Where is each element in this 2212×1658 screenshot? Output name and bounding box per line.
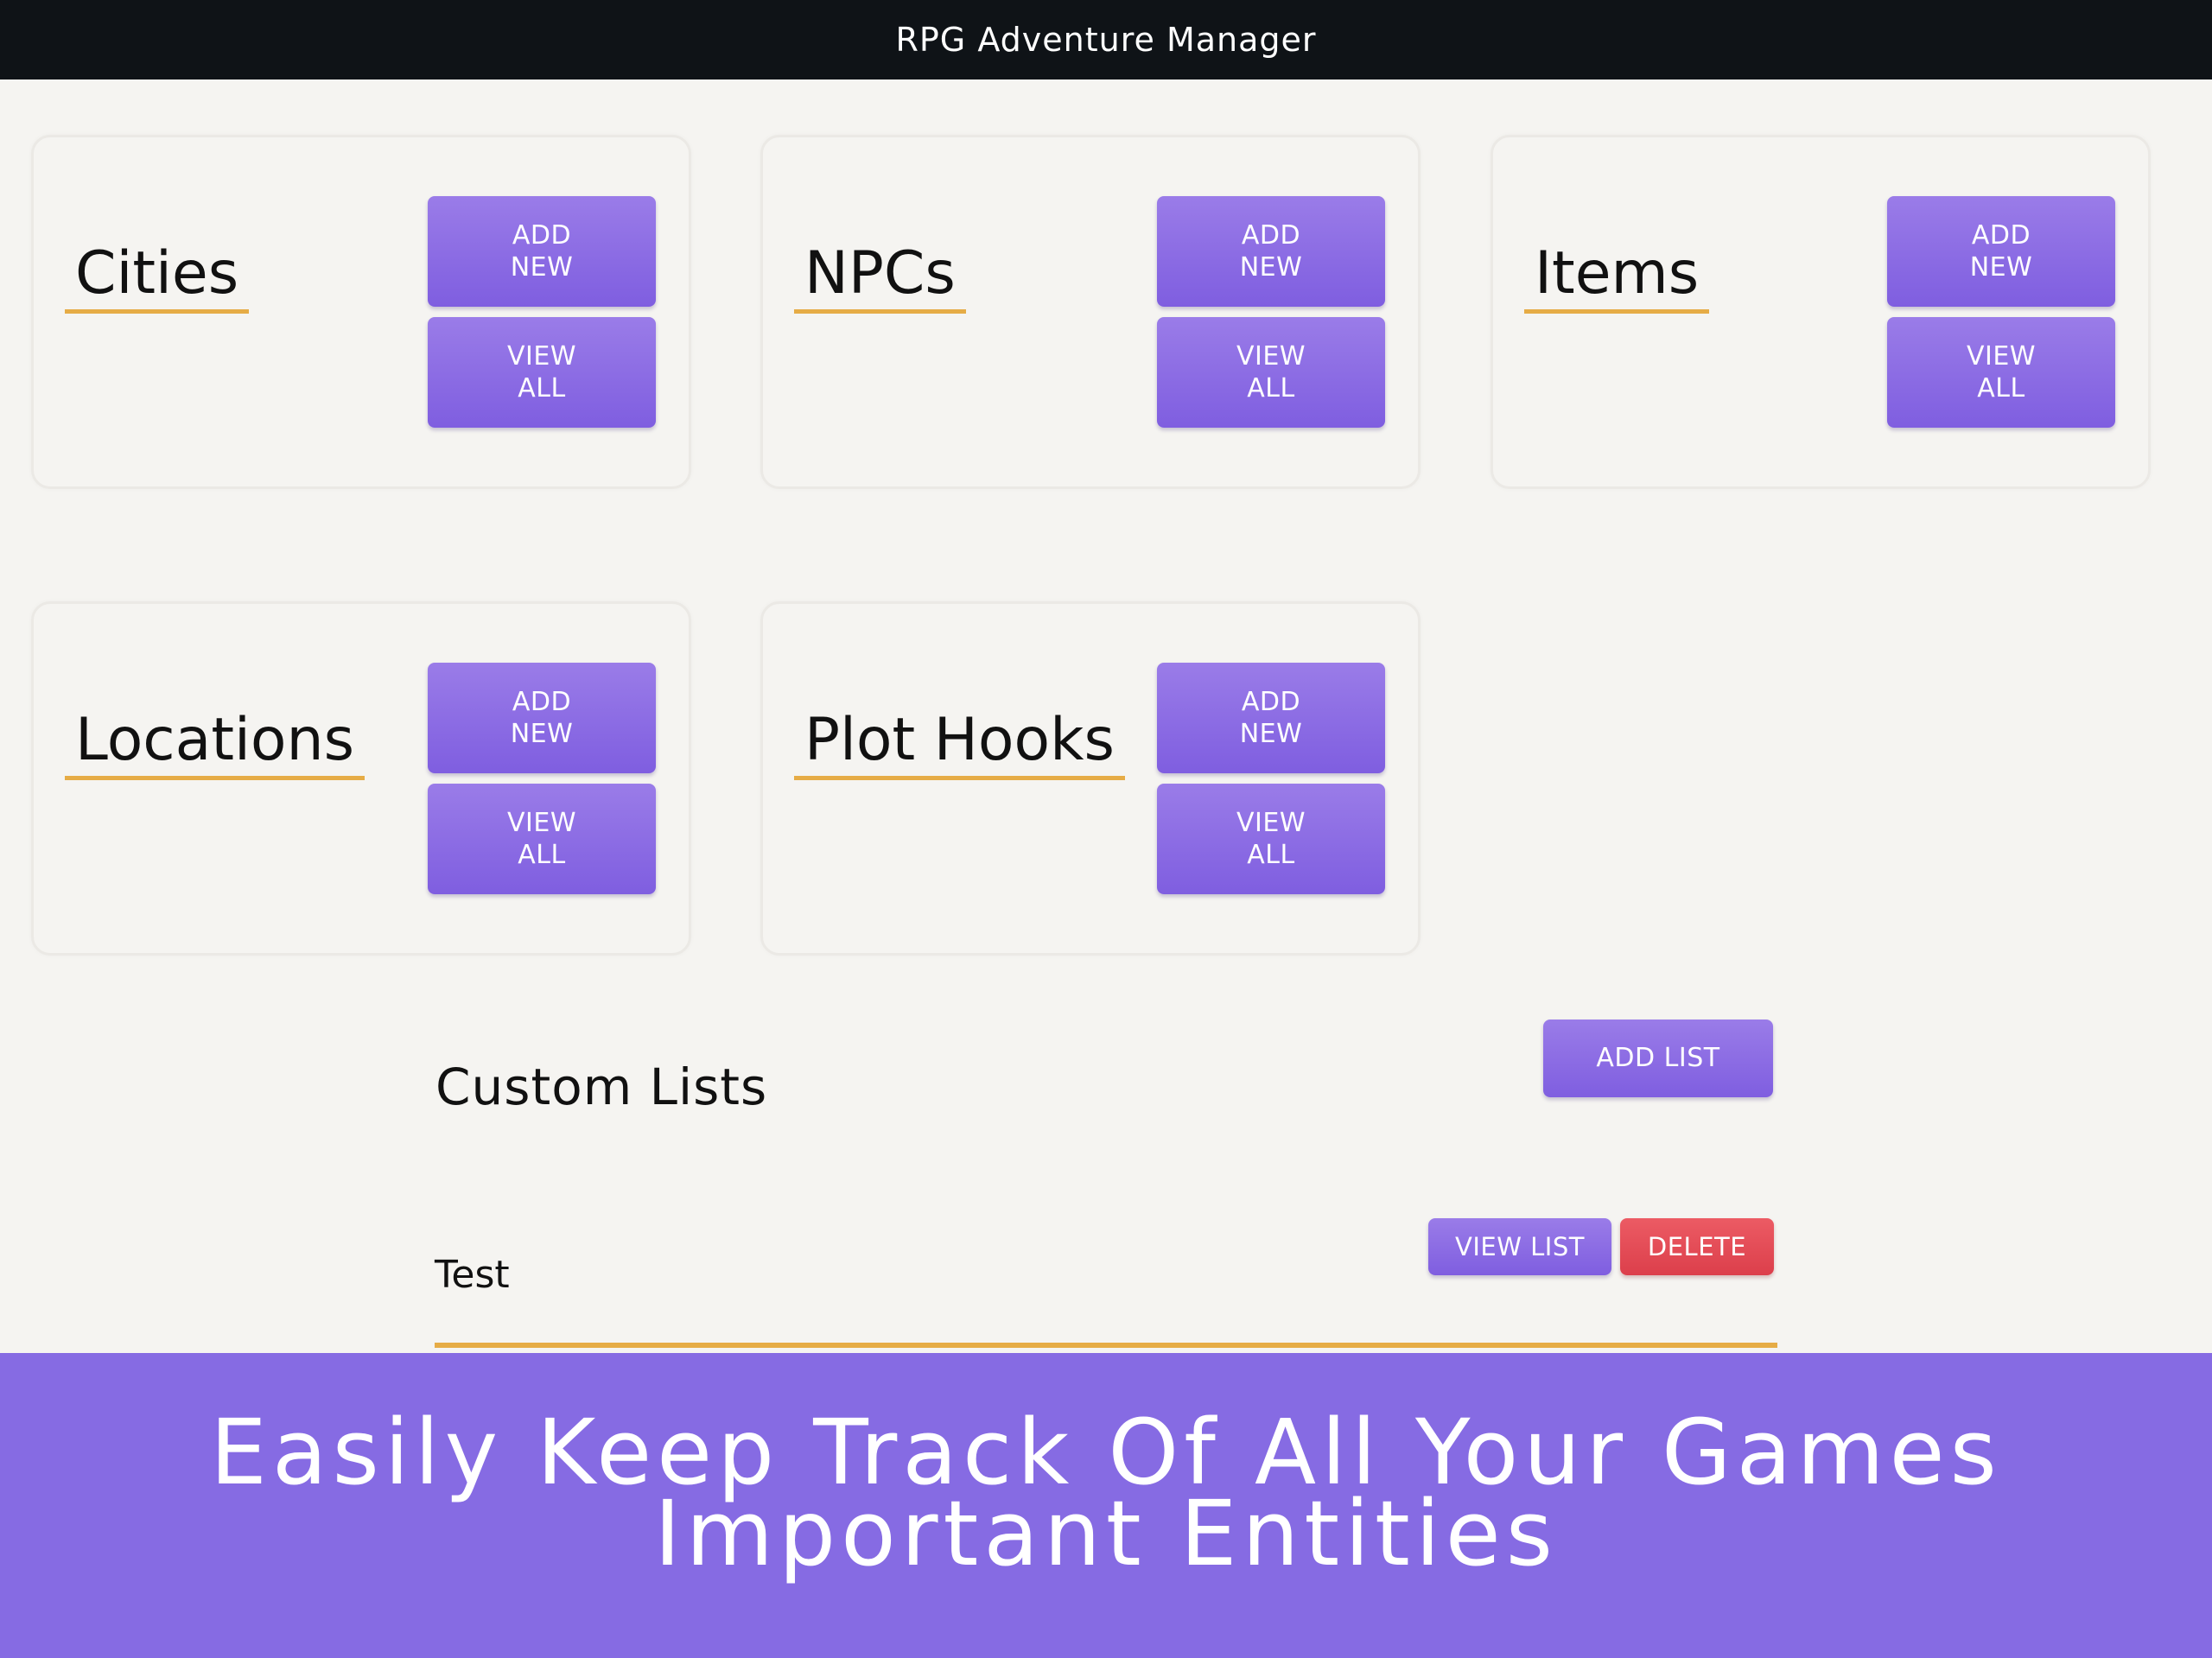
plot-hooks-view-all-button[interactable]: VIEW ALL (1157, 784, 1385, 894)
card-locations: Locations ADD NEW VIEW ALL (31, 601, 691, 956)
items-view-all-button[interactable]: VIEW ALL (1887, 317, 2115, 428)
plot-hooks-add-new-button[interactable]: ADD NEW (1157, 663, 1385, 773)
view-list-button[interactable]: VIEW LIST (1428, 1218, 1611, 1275)
add-list-button[interactable]: ADD LIST (1543, 1020, 1773, 1097)
card-cities: Cities ADD NEW VIEW ALL (31, 135, 691, 489)
list-item-name: Test (435, 1253, 510, 1297)
card-plot-hooks: Plot Hooks ADD NEW VIEW ALL (760, 601, 1421, 956)
items-add-new-button[interactable]: ADD NEW (1887, 196, 2115, 307)
cities-add-new-button[interactable]: ADD NEW (428, 196, 656, 307)
card-npcs: NPCs ADD NEW VIEW ALL (760, 135, 1421, 489)
card-title-cities: Cities (65, 243, 250, 314)
card-title-plot-hooks: Plot Hooks (794, 709, 1125, 781)
card-title-npcs: NPCs (794, 243, 966, 314)
list-item: Test VIEW LIST DELETE (435, 1210, 1777, 1348)
delete-list-button[interactable]: DELETE (1620, 1218, 1774, 1275)
promo-banner: Easily Keep Track Of All Your Games Impo… (0, 1353, 2212, 1658)
custom-lists-title: Custom Lists (435, 1058, 768, 1116)
card-title-items: Items (1524, 243, 1710, 314)
banner-line-2: Important Entities (654, 1481, 1558, 1586)
app-title: RPG Adventure Manager (895, 21, 1317, 59)
npcs-view-all-button[interactable]: VIEW ALL (1157, 317, 1385, 428)
locations-view-all-button[interactable]: VIEW ALL (428, 784, 656, 894)
top-bar: RPG Adventure Manager (0, 0, 2212, 79)
card-title-locations: Locations (65, 709, 365, 781)
locations-add-new-button[interactable]: ADD NEW (428, 663, 656, 773)
cities-view-all-button[interactable]: VIEW ALL (428, 317, 656, 428)
card-items: Items ADD NEW VIEW ALL (1491, 135, 2151, 489)
npcs-add-new-button[interactable]: ADD NEW (1157, 196, 1385, 307)
